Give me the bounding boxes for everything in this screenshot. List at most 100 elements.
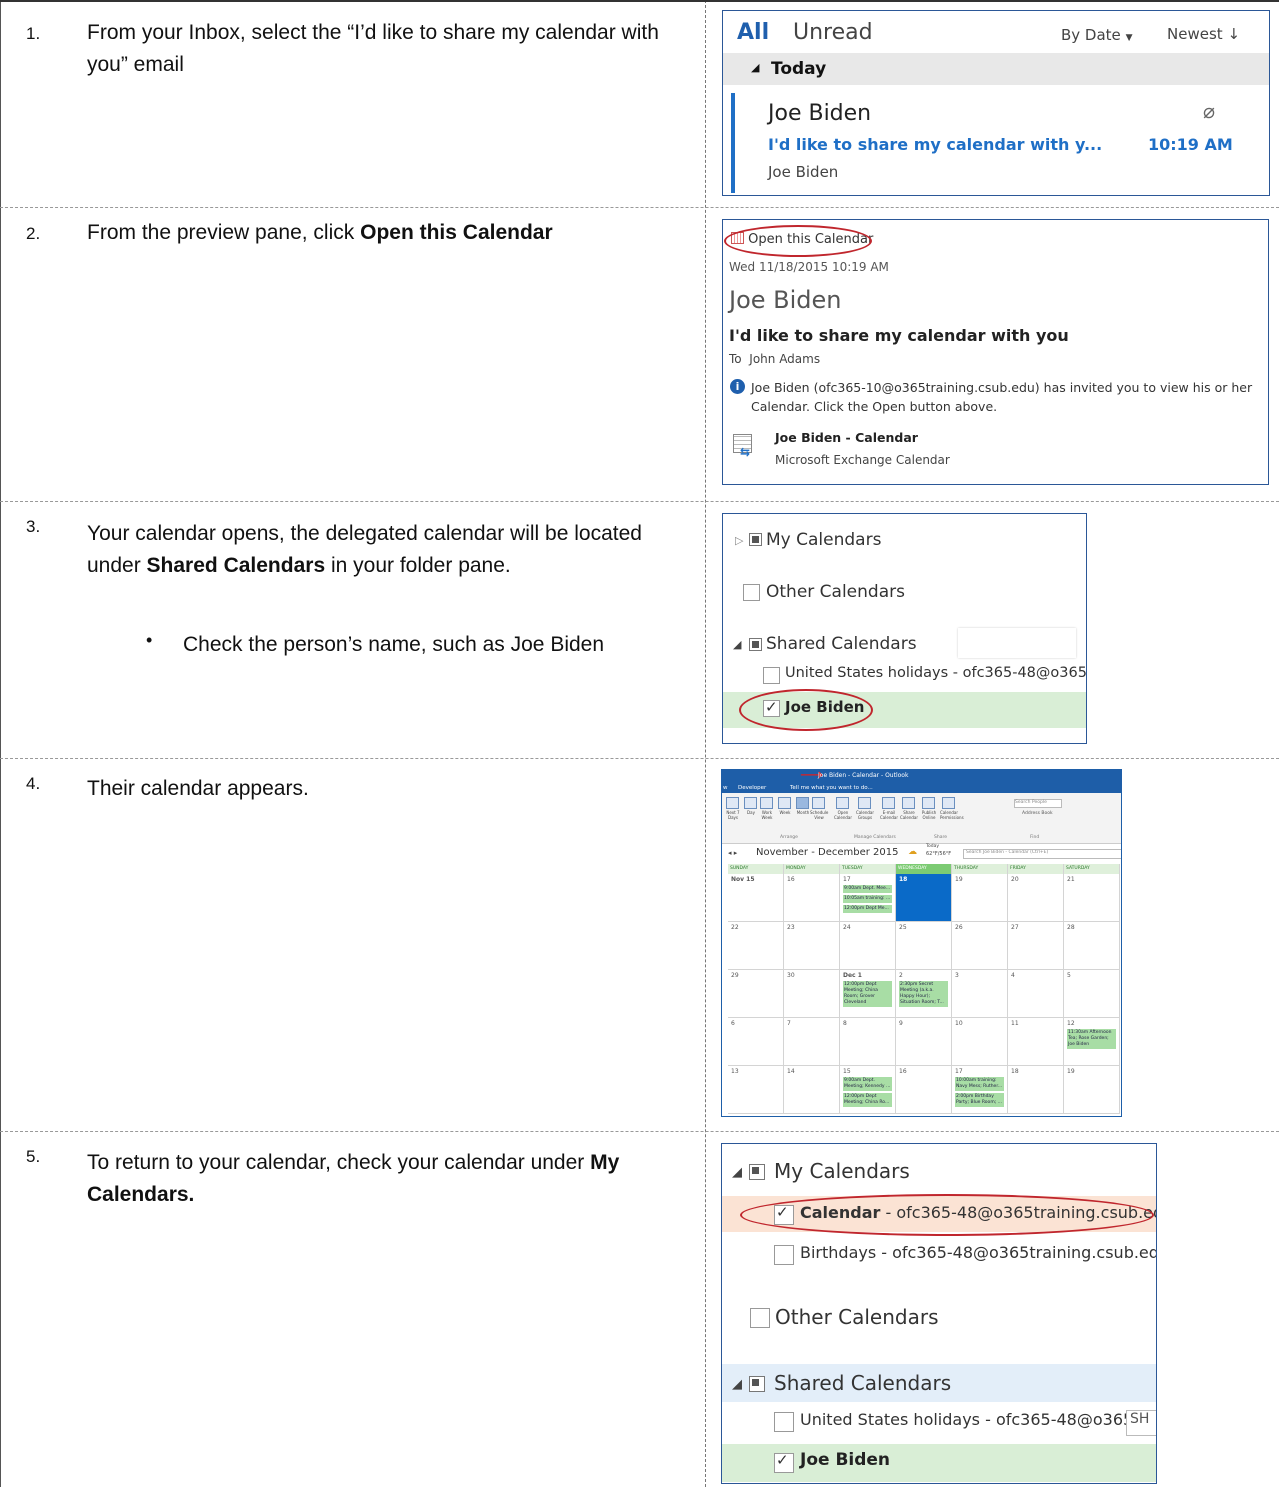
step-text: From the preview pane, click Open this C… [87,217,687,249]
day-cell[interactable]: 20 [1008,874,1064,922]
other-calendars-label[interactable]: Other Calendars [775,1305,939,1329]
group-check-icon[interactable] [749,1164,765,1180]
joe-biden-label[interactable]: Joe Biden [800,1450,890,1470]
holidays-checkbox[interactable] [774,1412,794,1432]
ribbon-button[interactable]: Next 7 Days [724,810,742,820]
message-item[interactable]: Joe Biden ⌀ I'd like to share my calenda… [731,93,1269,193]
attachment-title[interactable]: Joe Biden - Calendar [775,430,918,445]
birthdays-checkbox[interactable] [774,1245,794,1265]
day-cell[interactable]: 12 11:30am Afternoon Tea; Rose Garden; Jo… [1064,1018,1120,1066]
day-cell[interactable]: 29 [728,970,784,1018]
address-book-button[interactable]: Address Book [1022,811,1053,816]
holidays-label[interactable]: United States holidays - ofc365-48@o365t… [785,665,1086,681]
day-cell[interactable]: 16 [784,874,840,922]
day-cell[interactable]: 27 [1008,922,1064,970]
shared-calendars-label[interactable]: Shared Calendars [774,1371,951,1395]
my-calendars-label[interactable]: My Calendars [774,1159,910,1183]
day-cell[interactable]: Nov 15 [728,874,784,922]
sort-by-date[interactable]: By Date ▼ [1061,26,1133,44]
ribbon-button[interactable]: Calendar Permissions [940,810,964,820]
to-name: John Adams [749,352,821,366]
day-cell[interactable]: 17 9:00am Dept. Mee... 10:05am training: .… [840,874,896,922]
tell-me-box[interactable]: Tell me what you want to do... [790,785,873,791]
group-header-today[interactable]: ◢ Today [723,53,1269,85]
collapse-triangle-icon[interactable]: ◢ [732,1377,742,1392]
day-number: Dec 1 [843,972,862,979]
ribbon-button[interactable]: Publish Online [920,810,938,820]
shared-calendars-label[interactable]: Shared Calendars [766,634,917,654]
group-check-icon[interactable] [749,1376,765,1392]
collapse-triangle-icon[interactable]: ◢ [732,1165,742,1180]
calendar-event[interactable]: 2:30pm Secret Meeting (a.k.a. Happy Hour… [899,981,948,1007]
ribbon-button[interactable]: Work Week [758,810,776,820]
tab-all[interactable]: All [737,20,769,45]
birthdays-label[interactable]: Birthdays - ofc365-48@o365training.csub.… [800,1243,1156,1262]
day-cell[interactable]: 18 [1008,1066,1064,1114]
other-calendars-label[interactable]: Other Calendars [766,582,905,602]
day-cell[interactable]: 25 [896,922,952,970]
day-cell[interactable]: 11 [1008,1018,1064,1066]
calendar-event[interactable]: 9:00am Dept. Mee... [843,885,892,893]
group-check-icon[interactable] [749,638,762,651]
sort-order[interactable]: Newest ↓ [1167,25,1240,43]
prev-next-arrows[interactable]: ◂ ▸ [728,849,737,857]
my-calendars-label[interactable]: My Calendars [766,530,881,550]
day-number: 29 [731,972,739,979]
day-cell[interactable]: 13 [728,1066,784,1114]
menu-item[interactable]: w [723,785,728,791]
ribbon-button[interactable]: Share Calendar [900,810,918,820]
day-cell[interactable]: 10 [952,1018,1008,1066]
calendar-event[interactable]: 11:30am Afternoon Tea; Rose Garden; Joe … [1067,1029,1116,1049]
shared-calendar-icon[interactable]: ⇆ [733,434,755,459]
menu-item-developer[interactable]: Developer [738,785,766,791]
day-cell[interactable]: 15 9:00am Dept. Meeting; Kennedy ... 12:00… [840,1066,896,1114]
ribbon-button[interactable]: Open Calendar [834,810,852,820]
calendar-event[interactable]: 12:00pm Dept Meeting; China Room; Grover… [843,981,892,1007]
day-cell[interactable]: 17 10:00am training: Navy Mess; Ruther...… [952,1066,1008,1114]
holidays-checkbox[interactable] [763,667,780,684]
day-cell[interactable]: 23 [784,922,840,970]
day-cell[interactable]: 4 [1008,970,1064,1018]
day-cell[interactable]: 26 [952,922,1008,970]
search-people-input[interactable]: Search People [1014,799,1062,808]
calendar-event[interactable]: 12:00pm Dept Meeting; China Ro... [843,1093,892,1107]
calendar-search-input[interactable]: Search Joe Biden - Calendar (Ctrl+E) [963,849,1121,859]
expand-triangle-icon[interactable]: ▷ [735,534,743,547]
day-cell[interactable]: 3 [952,970,1008,1018]
day-cell[interactable]: 6 [728,1018,784,1066]
group-check-icon[interactable] [749,533,762,546]
day-cell[interactable]: 22 [728,922,784,970]
day-cell[interactable]: 19 [952,874,1008,922]
day-cell[interactable]: 24 [840,922,896,970]
calendar-event[interactable]: 12:00pm Dept Me... [843,905,892,913]
joe-biden-checkbox[interactable] [774,1451,794,1473]
other-calendars-checkbox[interactable] [743,584,760,601]
day-cell[interactable]: 9 [896,1018,952,1066]
ribbon-button[interactable]: E-mail Calendar [880,810,898,820]
day-cell[interactable]: 5 [1064,970,1120,1018]
day-cell[interactable]: 30 [784,970,840,1018]
calendar-event[interactable]: 10:05am training: ... [843,895,892,903]
tab-unread[interactable]: Unread [793,20,873,45]
collapse-triangle-icon[interactable]: ◢ [733,638,741,651]
calendar-event[interactable]: 9:00am Dept. Meeting; Kennedy ... [843,1077,892,1091]
day-cell[interactable]: 19 [1064,1066,1120,1114]
ribbon-button[interactable]: Schedule View [810,810,828,820]
day-cell[interactable]: 21 [1064,874,1120,922]
day-cell[interactable]: 2 2:30pm Secret Meeting (a.k.a. Happy Hou… [896,970,952,1018]
day-cell[interactable]: 18 [896,874,952,922]
ribbon-button[interactable]: Week [776,810,794,815]
day-cell[interactable]: 7 [784,1018,840,1066]
day-cell[interactable]: 16 [896,1066,952,1114]
highlight-circle [740,1194,1154,1236]
holidays-label[interactable]: United States holidays - ofc365-48@o365 [800,1410,1133,1429]
day-cell[interactable]: 8 [840,1018,896,1066]
calendar-event[interactable]: 10:00am training: Navy Mess; Ruther... [955,1077,1004,1091]
weekday-header: THURSDAY [952,864,1008,874]
ribbon-button[interactable]: Calendar Groups [856,810,874,820]
day-cell[interactable]: 14 [784,1066,840,1114]
day-cell[interactable]: 28 [1064,922,1120,970]
calendar-event[interactable]: 2:00pm Birthday Party; Blue Room; ... [955,1093,1004,1107]
day-cell[interactable]: Dec 1 12:00pm Dept Meeting; China Room; G… [840,970,896,1018]
other-calendars-checkbox[interactable] [750,1308,770,1328]
